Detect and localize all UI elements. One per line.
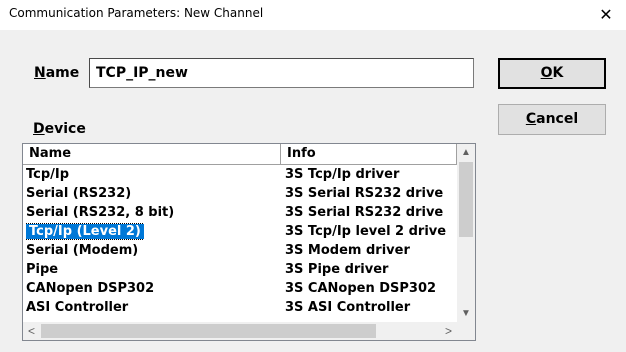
device-row-serial-modem[interactable]: Serial (Modem) 3S Modem driver [23,241,457,260]
device-row-serial-rs232[interactable]: Serial (RS232) 3S Serial RS232 drive [23,184,457,203]
scroll-down-icon[interactable]: ▼ [457,305,475,322]
device-info: 3S ASI Controller [285,300,411,315]
vertical-scroll-thumb[interactable] [459,162,473,237]
device-name: ASI Controller [26,300,129,315]
vertical-scrollbar[interactable]: ▲ ▼ [457,144,475,322]
device-list-header: Name Info [23,144,457,165]
window-title: Communication Parameters: New Channel [9,6,264,20]
scrollbar-corner [457,322,475,340]
device-info: 3S Serial RS232 drive [285,205,444,220]
device-row-pipe[interactable]: Pipe 3S Pipe driver [23,260,457,279]
ok-button[interactable]: OK [498,58,606,89]
selection-highlight: Tcp/Ip (Level 2) [26,223,144,240]
horizontal-scrollbar[interactable]: < > [23,322,457,340]
column-header-name[interactable]: Name [23,144,281,164]
device-info: 3S Tcp/Ip level 2 drive [285,224,447,239]
device-name: Tcp/Ip [26,167,70,182]
device-list[interactable]: Name Info Tcp/Ip 3S Tcp/Ip driver Serial… [22,143,476,341]
cancel-button[interactable]: Cancel [498,104,606,135]
device-row-canopen-dsp302[interactable]: CANopen DSP302 3S CANopen DSP302 [23,279,457,298]
device-info: 3S Tcp/Ip driver [285,167,400,182]
title-bar: Communication Parameters: New Channel ✕ [0,0,626,30]
device-row-tcpip[interactable]: Tcp/Ip 3S Tcp/Ip driver [23,165,457,184]
device-name: CANopen DSP302 [26,281,155,296]
name-label: Name [34,65,80,81]
name-input[interactable] [89,58,474,88]
device-name-selected: Tcp/Ip (Level 2) [26,222,144,241]
device-row-tcpip-level2[interactable]: Tcp/Ip (Level 2) 3S Tcp/Ip level 2 drive [23,222,457,241]
device-row-serial-rs232-8bit[interactable]: Serial (RS232, 8 bit) 3S Serial RS232 dr… [23,203,457,222]
scroll-left-icon[interactable]: < [23,322,40,340]
scroll-up-icon[interactable]: ▲ [457,144,475,161]
device-info: 3S Modem driver [285,243,410,258]
device-name: Serial (RS232, 8 bit) [26,205,175,220]
scroll-right-icon[interactable]: > [440,322,457,340]
column-header-info[interactable]: Info [281,144,457,164]
communication-parameters-dialog: Communication Parameters: New Channel ✕ … [0,0,626,352]
close-icon[interactable]: ✕ [586,0,626,30]
device-name: Serial (Modem) [26,243,139,258]
device-label: Device [33,121,86,137]
device-name: Serial (RS232) [26,186,132,201]
device-name: Pipe [26,262,59,277]
device-info: 3S CANopen DSP302 [285,281,437,296]
device-info: 3S Serial RS232 drive [285,186,444,201]
horizontal-scroll-thumb[interactable] [41,324,376,338]
device-row-asi-controller[interactable]: ASI Controller 3S ASI Controller [23,298,457,317]
device-info: 3S Pipe driver [285,262,389,277]
